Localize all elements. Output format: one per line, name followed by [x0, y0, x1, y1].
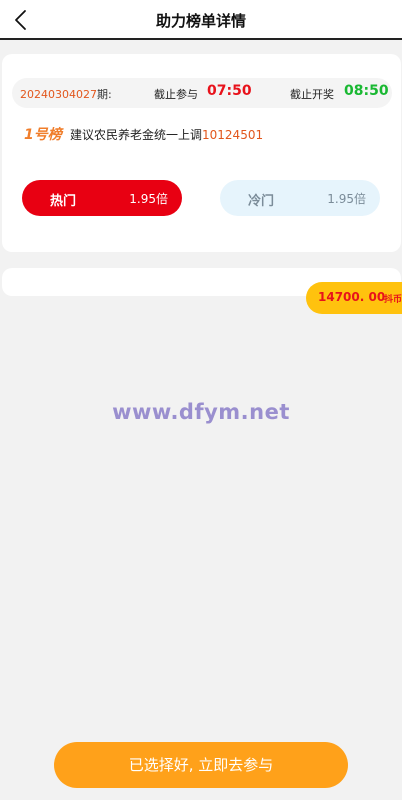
- period-info-row: 20240304027期: 截止参与 07:50 截止开奖 08:50: [12, 78, 392, 108]
- board-description-text: 建议农民养老金统一上调: [70, 128, 203, 142]
- period-number: 20240304027: [20, 88, 97, 101]
- balance-unit: 抖币: [384, 295, 402, 305]
- hot-option-label: 热门: [50, 194, 77, 209]
- deadline-draw-label: 截止开奖: [290, 88, 334, 101]
- hot-option-button[interactable]: 热门 1.95倍: [22, 180, 182, 216]
- submit-participate-button[interactable]: 已选择好, 立即去参与: [54, 742, 348, 788]
- balance-amount: 14700. 00: [318, 290, 386, 304]
- cold-option-odds: 1.95倍: [327, 192, 366, 206]
- board-detail-card: 20240304027期: 截止参与 07:50 截止开奖 08:50 1号榜 …: [2, 54, 401, 252]
- period-text: 20240304027期:: [20, 86, 112, 102]
- deadline-join-time: 07:50: [207, 83, 252, 99]
- header-bar: 助力榜单详情: [0, 0, 402, 40]
- balance-badge: 14700. 00 抖币: [306, 282, 402, 314]
- board-label: 1号榜: [24, 127, 62, 143]
- board-description: 建议农民养老金统一上调10124501: [70, 126, 263, 143]
- cold-option-label: 冷门: [248, 194, 275, 209]
- watermark-text: www.dfym.net: [112, 400, 290, 424]
- board-code: 10124501: [202, 128, 264, 142]
- page-title: 助力榜单详情: [155, 12, 246, 30]
- deadline-join-label: 截止参与: [154, 88, 198, 101]
- deadline-draw-time: 08:50: [344, 83, 389, 99]
- cold-option-button[interactable]: 冷门 1.95倍: [220, 180, 380, 216]
- period-suffix: 期:: [96, 88, 112, 101]
- hot-option-odds: 1.95倍: [129, 192, 168, 206]
